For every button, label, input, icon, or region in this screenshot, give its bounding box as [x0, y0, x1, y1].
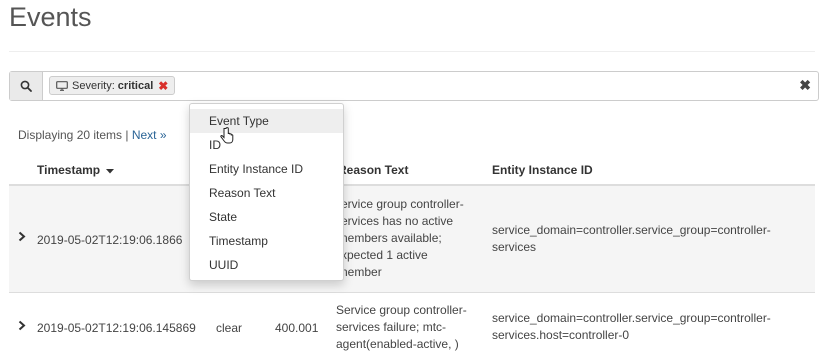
- entity-line: services: [492, 240, 537, 254]
- col-reason-text[interactable]: Reason Text: [338, 163, 408, 177]
- reason-line: ervice group controller-: [341, 197, 464, 211]
- severity-facet[interactable]: Severity: critical ✖: [49, 76, 176, 95]
- entity-line: services.host=controller-0: [492, 328, 630, 342]
- menu-item-event-type[interactable]: Event Type: [190, 109, 343, 133]
- hand-cursor-icon: [220, 127, 234, 144]
- menu-item-uuid[interactable]: UUID: [190, 253, 343, 277]
- entity-line: service_domain=controller.service_group=…: [492, 223, 771, 237]
- menu-item-timestamp[interactable]: Timestamp: [190, 229, 343, 253]
- chevron-right-icon[interactable]: [18, 231, 26, 245]
- caret-down-icon: [106, 169, 115, 174]
- menu-item-reason-text[interactable]: Reason Text: [190, 181, 343, 205]
- chevron-right-icon[interactable]: [18, 320, 26, 334]
- entity-line: service_domain=controller.service_group=…: [492, 311, 771, 325]
- facet-remove-icon[interactable]: ✖: [158, 79, 168, 93]
- col-timestamp[interactable]: Timestamp: [37, 163, 115, 177]
- row-1-entity: service_domain=controller.service_group=…: [492, 222, 812, 256]
- clear-filter-icon[interactable]: ✖: [799, 77, 811, 93]
- row-2-state: clear: [216, 321, 243, 335]
- search-icon: [20, 80, 32, 92]
- col-timestamp-label: Timestamp: [37, 163, 101, 177]
- facet-label: Severity:: [72, 79, 115, 92]
- row-1-reason: ervice group controller- ervices has no …: [341, 196, 491, 281]
- reason-line: Service group controller-: [336, 303, 467, 317]
- search-button[interactable]: [10, 72, 43, 100]
- menu-item-state[interactable]: State: [190, 205, 343, 229]
- reason-line: agent(enabled-active, ): [336, 337, 459, 351]
- next-link[interactable]: Next »: [132, 128, 167, 142]
- filter-bar[interactable]: Severity: critical ✖ ✖: [9, 71, 819, 101]
- facet-dropdown[interactable]: Event Type ID Entity Instance ID Reason …: [189, 103, 344, 281]
- row-divider: [9, 292, 815, 293]
- title-divider: [9, 51, 815, 52]
- summary-text: Displaying 20 items |: [18, 128, 132, 142]
- menu-item-entity-instance-id[interactable]: Entity Instance ID: [190, 157, 343, 181]
- facet-value: critical: [117, 79, 154, 92]
- col-entity-instance-id[interactable]: Entity Instance ID: [492, 163, 593, 177]
- page-title: Events: [9, 2, 92, 32]
- row-2-entity: service_domain=controller.service_group=…: [492, 310, 812, 344]
- reason-line: xpected 1 active: [341, 248, 428, 262]
- reason-line: ervices has no active: [341, 214, 454, 228]
- reason-line: nember: [341, 265, 382, 279]
- row-1-timestamp: 2019-05-02T12:19:06.1866: [37, 233, 183, 247]
- row-2-id: 400.001: [275, 321, 319, 335]
- menu-item-id[interactable]: ID: [190, 133, 343, 157]
- items-summary: Displaying 20 items | Next »: [18, 128, 167, 142]
- row-2-timestamp: 2019-05-02T12:19:06.145869: [37, 321, 196, 335]
- reason-line: services failure; mtc-: [336, 320, 447, 334]
- reason-line: nembers available;: [341, 231, 442, 245]
- monitor-icon: [56, 80, 68, 91]
- row-2-reason: Service group controller- services failu…: [336, 302, 486, 353]
